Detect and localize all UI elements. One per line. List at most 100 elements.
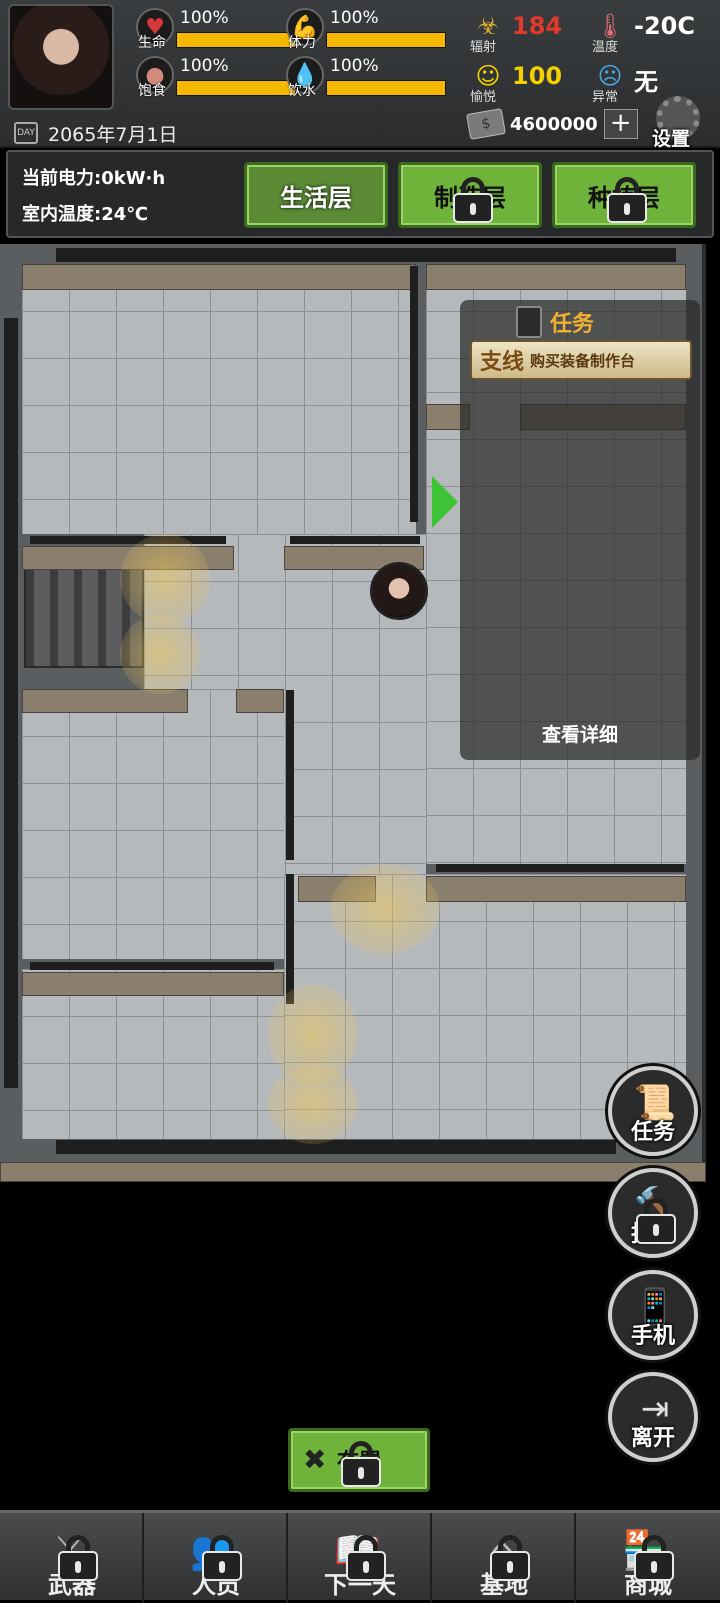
stat-label: 饱食	[138, 83, 166, 99]
view-details-button[interactable]: 查看详细	[460, 720, 700, 747]
task-item[interactable]: 支线 购买装备制作台	[470, 340, 692, 380]
lock-icon	[490, 1535, 530, 1581]
top-hud: ♥ 100% 生命 💪 100% 体力 ● 100% 饱食 💧 100% 饮水 …	[0, 0, 720, 150]
nav-base[interactable]: ⌂ 基地	[432, 1513, 576, 1603]
cash-icon: $	[466, 108, 506, 140]
settings-button[interactable]: 设置	[648, 96, 714, 152]
nav-personnel[interactable]: 👥 人员	[144, 1513, 288, 1603]
calendar-icon: DAY	[14, 122, 38, 144]
nav-next-day[interactable]: 📖 下一天	[288, 1513, 432, 1603]
lock-icon	[341, 1441, 381, 1487]
task-type: 支线	[480, 350, 525, 375]
stone-wall	[426, 264, 686, 290]
task-title: 任务	[550, 312, 595, 337]
stat-bar	[326, 80, 446, 96]
lamp-glow	[120, 534, 210, 624]
partition-wall	[286, 874, 294, 1004]
stat-value: 100%	[330, 8, 379, 28]
date-text: 2065年7月1日	[48, 123, 178, 146]
stat-label: 体力	[288, 35, 316, 51]
stat-health: ♥ 100% 生命	[136, 8, 296, 52]
stat-value: 100%	[180, 8, 229, 28]
nav-weapons[interactable]: ⚔ 武器	[0, 1513, 144, 1603]
stat-value: 100%	[330, 56, 379, 76]
task-name: 购买装备制作台	[530, 351, 636, 370]
partition-wall	[30, 536, 226, 544]
temperature-readout: 🌡 温度 -20C	[592, 8, 718, 55]
indoor-temperature: 室内温度:24℃	[22, 204, 149, 225]
lock-icon	[636, 1198, 676, 1244]
map-wall	[56, 1140, 616, 1154]
date-display: DAY 2065年7月1日	[14, 120, 178, 146]
phone-button[interactable]: 📱 手机	[608, 1270, 698, 1360]
radiation-readout: ☣ 辐射 184	[470, 8, 582, 55]
stat-bar	[176, 32, 296, 48]
stat-thirst: 💧 100% 饮水	[286, 56, 446, 100]
player-avatar[interactable]	[8, 4, 114, 110]
stat-hunger: ● 100% 饱食	[136, 56, 296, 100]
player-character[interactable]	[370, 562, 428, 620]
stat-bar	[176, 80, 296, 96]
power-readout: 当前电力:0kW·h	[22, 168, 166, 189]
lock-icon	[634, 1535, 674, 1581]
leave-button[interactable]: ⇥ 离开	[608, 1372, 698, 1462]
mood-readout: ☺ 愉悦 100	[470, 58, 582, 105]
bottom-nav: ⚔ 武器 👥 人员 📖 下一天 ⌂ 基地 🏪 商城	[0, 1510, 720, 1603]
tools-icon: ✖	[303, 1443, 327, 1476]
floor-label: 生活层	[280, 183, 352, 212]
floor-button-living[interactable]: 生活层	[244, 162, 388, 228]
stone-wall	[22, 972, 284, 996]
stone-wall	[236, 689, 284, 713]
partition-wall	[286, 690, 294, 860]
lamp-glow	[330, 864, 440, 954]
lock-icon	[202, 1535, 242, 1581]
direction-arrow-icon[interactable]	[432, 476, 458, 528]
stat-bar	[326, 32, 446, 48]
room-tile-area[interactable]	[22, 689, 284, 959]
arrange-button[interactable]: ✖ 布置	[288, 1428, 430, 1492]
stone-wall	[22, 264, 416, 290]
settings-label: 设置	[652, 128, 691, 150]
auction-button[interactable]: 🔨 拍卖	[608, 1168, 698, 1258]
lamp-glow	[268, 1064, 358, 1144]
stat-label: 饮水	[288, 83, 316, 99]
partition-wall	[30, 962, 274, 970]
partition-wall	[410, 266, 418, 522]
stat-label: 生命	[138, 35, 166, 51]
lamp-glow	[120, 614, 200, 694]
lock-icon	[453, 177, 493, 223]
mood-label: 愉悦	[470, 90, 497, 105]
map-wall	[56, 248, 676, 262]
money-display: $ 4600000 +	[466, 108, 638, 140]
lock-icon	[58, 1535, 98, 1581]
task-header: 任务	[516, 306, 594, 338]
radiation-value: 184	[512, 12, 563, 40]
temperature-value: -20C	[634, 12, 695, 40]
floor-button-farming[interactable]: 种植层	[552, 162, 696, 228]
side-button-label: 任务	[630, 1120, 675, 1145]
partition-wall	[436, 864, 684, 872]
room-tile-area[interactable]	[22, 264, 416, 534]
temperature-label: 温度	[592, 40, 619, 55]
lock-icon	[607, 177, 647, 223]
task-panel: 任务 支线 购买装备制作台 查看详细	[460, 300, 700, 760]
abnormal-value: 无	[634, 68, 658, 96]
abnormal-label: 异常	[592, 90, 619, 105]
nav-shop[interactable]: 🏪 商城	[576, 1513, 720, 1603]
side-button-label: 离开	[630, 1426, 675, 1451]
stone-wall	[0, 1162, 706, 1182]
money-value: 4600000	[510, 113, 598, 135]
stat-value: 100%	[180, 56, 229, 76]
side-button-label: 手机	[630, 1324, 675, 1349]
stat-stamina: 💪 100% 体力	[286, 8, 446, 52]
floor-button-crafting[interactable]: 制造层	[398, 162, 542, 228]
stone-wall	[426, 876, 686, 902]
radiation-label: 辐射	[470, 40, 497, 55]
task-button[interactable]: 📜 任务	[608, 1066, 698, 1156]
mood-value: 100	[512, 62, 563, 90]
partition-wall	[290, 536, 420, 544]
info-panel: 当前电力:0kW·h 室内温度:24℃ 生活层 制造层 种植层	[6, 150, 714, 238]
lock-icon	[346, 1535, 386, 1581]
clipboard-icon	[516, 306, 542, 338]
add-money-button[interactable]: +	[603, 109, 638, 139]
